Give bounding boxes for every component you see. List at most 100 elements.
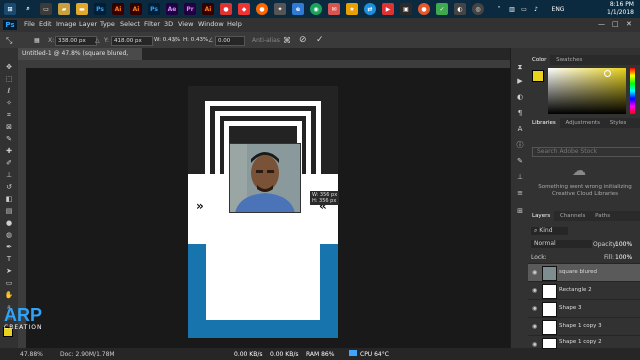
tab-swatches[interactable]: Swatches (552, 55, 586, 65)
layer-row-square-blured[interactable]: ◉ square blured (528, 263, 640, 281)
dodge-tool-icon[interactable]: ◍ (4, 230, 14, 240)
warp-icon[interactable]: ⌘ (283, 36, 291, 45)
menu-select[interactable]: Select (120, 20, 140, 28)
opacity-value[interactable]: 100% (615, 241, 632, 248)
visibility-eye-icon[interactable]: ◉ (532, 282, 537, 299)
clone-panel-icon[interactable]: ⊥ (515, 172, 525, 182)
tab-channels[interactable]: Channels (556, 211, 589, 221)
menu-type[interactable]: Type (100, 20, 115, 28)
tab-paths[interactable]: Paths (591, 211, 614, 221)
color-picker-cursor[interactable] (604, 70, 611, 77)
terminal-icon[interactable]: ▣ (400, 3, 412, 15)
clone-stamp-icon[interactable]: ⊥ (4, 170, 14, 180)
clock[interactable]: 8:16 PM 1/1/2018 (607, 1, 634, 17)
taskbar-app-illustrator-3[interactable]: Ai (202, 3, 214, 15)
document-tab[interactable]: Untitled-1 @ 47.8% (square blured, CMYK/… (18, 48, 142, 69)
network-icon[interactable]: ▥ (508, 3, 516, 15)
taskbar-app-photoshop[interactable]: Ps (94, 3, 106, 15)
search-icon[interactable]: ⌕ (22, 3, 34, 15)
healing-brush-icon[interactable]: ✚ (4, 146, 14, 156)
stock-search-input[interactable]: Search Adobe Stock (532, 147, 640, 157)
history-panel-icon[interactable]: ⧗ (515, 62, 525, 72)
teamviewer-icon[interactable]: ⇄ (364, 3, 376, 15)
reference-point-icon[interactable]: ▦ (34, 37, 40, 44)
menu-edit[interactable]: Edit (39, 20, 52, 28)
properties-panel-icon[interactable]: ≡ (515, 188, 525, 198)
blend-mode-select[interactable]: Normal (531, 240, 592, 248)
media-icon[interactable]: ● (220, 3, 232, 15)
layer-filter-kind[interactable]: ⌕ Kind (531, 227, 568, 235)
layer-row-shape-3[interactable]: ◉ Shape 3 (528, 299, 640, 317)
taskbar-app-illustrator-2[interactable]: Ai (130, 3, 142, 15)
hue-slider[interactable] (630, 68, 635, 114)
visibility-eye-icon[interactable]: ◉ (532, 336, 537, 353)
taskbar-app-after-effects[interactable]: Ae (166, 3, 178, 15)
magic-wand-icon[interactable]: ✧ (4, 98, 14, 108)
layer-row-shape-1-copy-3[interactable]: ◉ Shape 1 copy 3 (528, 317, 640, 335)
maximize-button[interactable]: □ (612, 20, 619, 28)
app-icon-yellow[interactable]: ★ (346, 3, 358, 15)
shape-tool-icon[interactable]: ▭ (4, 278, 14, 288)
adjust-panel-icon[interactable]: ◐ (515, 92, 525, 102)
x-position-input[interactable]: 338.00 px (55, 36, 97, 46)
windows-start-icon[interactable]: ⊞ (4, 3, 16, 15)
edge-icon[interactable]: e (292, 3, 304, 15)
brush-panel-icon[interactable]: ✎ (515, 156, 525, 166)
path-select-icon[interactable]: ➤ (4, 266, 14, 276)
frame-tool-icon[interactable]: ⊠ (4, 122, 14, 132)
tab-styles[interactable]: Styles (606, 118, 631, 128)
character-panel-icon[interactable]: A (515, 124, 525, 134)
actions-panel-icon[interactable]: ▶ (515, 76, 525, 86)
fill-value[interactable]: 100% (615, 254, 632, 261)
chain-icon[interactable]: ∞ (172, 37, 177, 44)
pen-tool-icon[interactable]: ✒ (4, 242, 14, 252)
tab-layers[interactable]: Layers (528, 211, 555, 221)
fg-color-chip[interactable] (532, 70, 544, 82)
layer-row-rectangle-2[interactable]: ◉ Rectangle 2 (528, 281, 640, 299)
taskbar-app-illustrator[interactable]: Ai (112, 3, 124, 15)
taskbar-app-premiere[interactable]: Pr (184, 3, 196, 15)
firefox-icon[interactable]: ● (256, 3, 268, 15)
hand-tool-icon[interactable]: ✋ (4, 290, 14, 300)
interpolation-select[interactable]: Anti-alias (252, 37, 280, 44)
visibility-eye-icon[interactable]: ◉ (532, 300, 537, 317)
y-position-input[interactable]: 418.00 px (111, 36, 153, 46)
mail-icon[interactable]: ✉ (328, 3, 340, 15)
paragraph-panel-icon[interactable]: ¶ (515, 108, 525, 118)
menu-image[interactable]: Image (56, 20, 76, 28)
color-field[interactable] (548, 68, 626, 114)
visibility-eye-icon[interactable]: ◉ (532, 264, 537, 281)
history-brush-icon[interactable]: ↺ (4, 182, 14, 192)
info-panel-icon[interactable]: ⓘ (515, 140, 525, 150)
chevron-up-icon[interactable]: ˄ (495, 3, 503, 15)
marquee-tool-icon[interactable]: ⬚ (4, 74, 14, 84)
angle-input[interactable]: 0.00 (215, 36, 245, 46)
green-app-icon[interactable]: ✓ (436, 3, 448, 15)
app-icon-red[interactable]: ▶ (382, 3, 394, 15)
zoom-level[interactable]: 47.88% (20, 351, 43, 358)
circle-app-icon[interactable]: ◎ (472, 3, 484, 15)
link-icon[interactable]: △ (95, 37, 100, 44)
tab-libraries[interactable]: Libraries (528, 118, 560, 128)
type-tool-icon[interactable]: T (4, 254, 14, 264)
eyedropper-icon[interactable]: ✎ (4, 134, 14, 144)
menu-view[interactable]: View (178, 20, 193, 28)
volume-icon[interactable]: ♪ (532, 3, 540, 15)
cancel-transform-icon[interactable]: ⊘ (299, 35, 307, 45)
visibility-eye-icon[interactable]: ◉ (532, 318, 537, 335)
layer-row-shape-1-copy-2[interactable]: ◉ Shape 1 copy 2 (528, 335, 640, 349)
menu-file[interactable]: File (24, 20, 35, 28)
tab-adjustments[interactable]: Adjustments (562, 118, 604, 128)
record-icon[interactable]: ◐ (454, 3, 466, 15)
language-indicator[interactable]: ENG (550, 3, 566, 15)
settings-icon[interactable]: ✦ (274, 3, 286, 15)
menu-filter[interactable]: Filter (144, 20, 160, 28)
transform-bounding-box[interactable] (229, 143, 301, 213)
taskbar-app-photoshop-2[interactable]: Ps (148, 3, 160, 15)
tab-color[interactable]: Color (528, 55, 551, 65)
lasso-tool-icon[interactable]: ℓ (4, 86, 14, 96)
crop-tool-icon[interactable]: ⌗ (4, 110, 14, 120)
eraser-icon[interactable]: ◧ (4, 194, 14, 204)
orange-app-icon[interactable]: ● (418, 3, 430, 15)
red-app-icon[interactable]: ◆ (238, 3, 250, 15)
